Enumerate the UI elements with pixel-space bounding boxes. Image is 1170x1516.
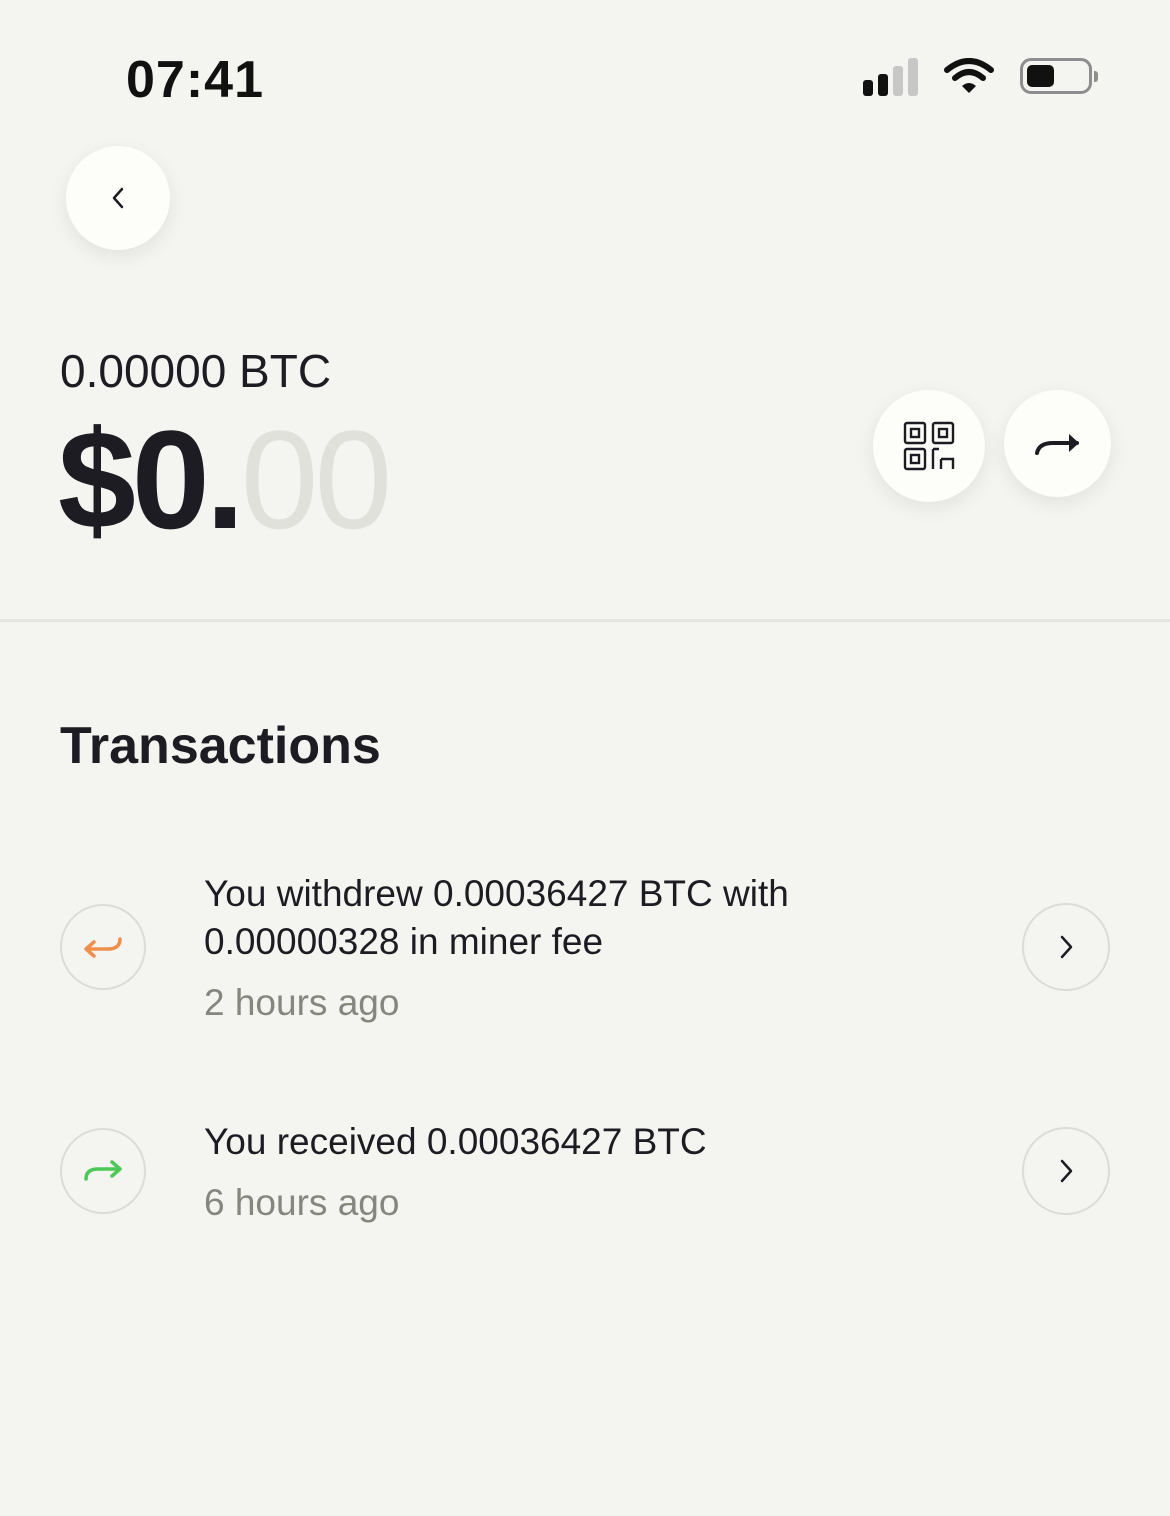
back-button[interactable] (66, 146, 170, 250)
chevron-left-icon (112, 187, 124, 209)
status-bar: 07:41 (0, 0, 1170, 140)
usd-balance-cents: 00 (240, 401, 393, 558)
cellular-signal-icon (863, 56, 918, 96)
status-icons (863, 56, 1098, 96)
transaction-details-button[interactable] (1022, 903, 1110, 991)
wifi-icon (944, 58, 994, 93)
qr-code-icon (903, 421, 955, 471)
status-time: 07:41 (126, 51, 264, 109)
section-divider (0, 619, 1170, 622)
chevron-right-icon (1060, 1159, 1073, 1183)
usd-balance: $0.00 (58, 405, 392, 555)
btc-balance: 0.00000 BTC (60, 345, 332, 397)
chevron-right-icon (1060, 935, 1073, 959)
transactions-title: Transactions (60, 717, 381, 775)
send-arrow-icon (1034, 433, 1079, 455)
transaction-time: 2 hours ago (204, 982, 400, 1023)
usd-balance-main: $0. (58, 401, 245, 558)
transaction-time: 6 hours ago (204, 1182, 400, 1223)
transaction-description: You received 0.00036427 BTC (204, 1121, 707, 1162)
transaction-description: You withdrew 0.00036427 BTC with 0.00000… (204, 873, 789, 962)
transaction-details-button[interactable] (1022, 1127, 1110, 1215)
receive-arrow-icon (60, 1128, 146, 1214)
withdraw-arrow-icon (60, 904, 146, 990)
receive-qr-button[interactable] (873, 390, 985, 502)
send-button[interactable] (1004, 390, 1111, 497)
battery-icon (1020, 58, 1098, 94)
